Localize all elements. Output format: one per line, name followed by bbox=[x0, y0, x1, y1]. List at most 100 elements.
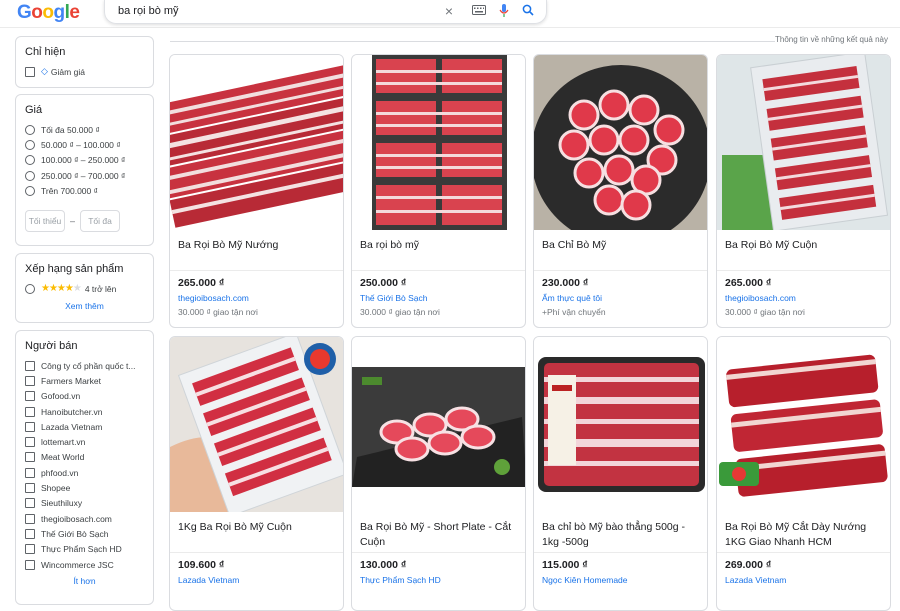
product-seller[interactable]: thegioibosach.com bbox=[170, 289, 343, 303]
checkbox[interactable] bbox=[25, 406, 35, 417]
product-card[interactable]: Ba Rọi Bò Mỹ - Short Plate - Cắt Cuộn 130… bbox=[351, 336, 526, 611]
checkbox[interactable] bbox=[25, 467, 35, 478]
checkbox[interactable] bbox=[25, 360, 35, 371]
product-title[interactable]: Ba Chỉ Bò Mỹ bbox=[534, 230, 707, 270]
seller-option[interactable]: Lazada Vietnam bbox=[16, 419, 153, 434]
product-card[interactable]: Ba rọi bò mỹ 250.000 ₫ Thế Giới Bò Sạch 30.… bbox=[351, 54, 526, 328]
product-shipping: +Phí vận chuyển bbox=[542, 307, 606, 317]
max-price-input[interactable]: Tối đa bbox=[80, 210, 121, 233]
price-option[interactable]: 50.000 ₫ – 100.000 ₫ bbox=[16, 137, 153, 152]
product-image[interactable] bbox=[352, 337, 525, 512]
seller-option[interactable]: lottemart.vn bbox=[16, 434, 153, 449]
product-card[interactable]: 1Kg Ba Rọi Bò Mỹ Cuộn 109.600 ₫ Lazada Vie… bbox=[169, 336, 344, 611]
product-shipping bbox=[170, 585, 343, 589]
checkbox[interactable] bbox=[25, 544, 35, 555]
product-title[interactable]: Ba rọi bò mỹ bbox=[352, 230, 525, 270]
checkbox[interactable] bbox=[25, 421, 35, 432]
checkbox[interactable] bbox=[25, 437, 35, 448]
google-logo[interactable]: Google bbox=[17, 2, 80, 24]
checkbox[interactable] bbox=[25, 559, 35, 570]
option-label: Meat World bbox=[41, 452, 85, 463]
radio[interactable] bbox=[25, 185, 35, 196]
show-less-link[interactable]: Ít hơn bbox=[16, 576, 153, 586]
product-title[interactable]: Ba Rọi Bò Mỹ Cuộn bbox=[717, 230, 890, 270]
option-label: lottemart.vn bbox=[41, 437, 86, 448]
seller-option[interactable]: Wincommerce JSC bbox=[16, 557, 153, 572]
product-image[interactable] bbox=[170, 337, 343, 512]
checkbox[interactable] bbox=[25, 498, 35, 509]
product-price: 250.000 ₫ bbox=[360, 277, 407, 289]
product-title[interactable]: Ba chỉ bò Mỹ bào thẳng 500g - 1kg -500g bbox=[534, 512, 707, 552]
option-label: thegioibosach.com bbox=[41, 513, 112, 524]
product-title[interactable]: Ba Rọi Bò Mỹ - Short Plate - Cắt Cuộn bbox=[352, 512, 525, 552]
product-seller[interactable]: Thế Giới Bò Sạch bbox=[352, 289, 525, 303]
product-title[interactable]: 1Kg Ba Rọi Bò Mỹ Cuộn bbox=[170, 512, 343, 552]
checkbox[interactable] bbox=[25, 513, 35, 524]
product-image[interactable] bbox=[717, 55, 890, 230]
price-range: Tối thiểu – Tối đa bbox=[25, 210, 153, 233]
filter-rating-title: Xếp hạng sản phẩm bbox=[25, 263, 124, 275]
product-title[interactable]: Ba Rọi Bò Mỹ Cắt Dày Nướng 1KG Giao Nhan… bbox=[717, 512, 890, 552]
rating-option[interactable]: ★★★★★ 4 trở lên bbox=[16, 281, 153, 296]
filter-show-panel: Chỉ hiện ◇ Giảm giá bbox=[15, 36, 154, 88]
option-label: Trên 700.000 ₫ bbox=[41, 185, 98, 196]
product-seller[interactable]: Thực Phẩm Sạch HD bbox=[352, 571, 525, 585]
seller-option[interactable]: Gofood.vn bbox=[16, 389, 153, 404]
product-seller[interactable]: Lazada Vietnam bbox=[717, 571, 890, 585]
radio[interactable] bbox=[25, 283, 35, 294]
product-seller[interactable]: Ẩm thực quê tôi bbox=[534, 289, 707, 303]
radio[interactable] bbox=[25, 155, 35, 166]
price-option[interactable]: 100.000 ₫ – 250.000 ₫ bbox=[16, 153, 153, 168]
product-card[interactable]: Ba Rọi Bò Mỹ Nướng 265.000 ₫ thegioibosach… bbox=[169, 54, 344, 328]
product-seller[interactable]: Ngọc Kiên Homemade bbox=[534, 571, 707, 585]
product-image[interactable] bbox=[534, 337, 707, 512]
results-info-link[interactable]: Thông tin về những kết quả này bbox=[775, 35, 888, 44]
radio[interactable] bbox=[25, 139, 35, 150]
filter-discount-option[interactable]: ◇ Giảm giá bbox=[16, 64, 153, 79]
top-bar: Google ba rọi bò mỹ × bbox=[0, 0, 900, 28]
product-card[interactable]: Ba Rọi Bò Mỹ Cuộn 265.000 ₫ thegioibosach.… bbox=[716, 54, 891, 328]
checkbox[interactable] bbox=[25, 452, 35, 463]
checkbox[interactable] bbox=[25, 528, 35, 539]
checkbox[interactable] bbox=[25, 375, 35, 386]
product-image[interactable] bbox=[352, 55, 525, 230]
microphone-icon[interactable] bbox=[497, 4, 511, 18]
product-title[interactable]: Ba Rọi Bò Mỹ Nướng bbox=[170, 230, 343, 270]
seller-option[interactable]: Thực Phẩm Sạch HD bbox=[16, 542, 153, 557]
seller-option[interactable]: Công ty cổ phần quốc t... bbox=[16, 358, 153, 373]
product-seller[interactable]: thegioibosach.com bbox=[717, 289, 890, 303]
checkbox[interactable] bbox=[25, 483, 35, 494]
search-icon[interactable] bbox=[521, 4, 535, 18]
product-card[interactable]: Ba Rọi Bò Mỹ Cắt Dày Nướng 1KG Giao Nhan… bbox=[716, 336, 891, 611]
radio[interactable] bbox=[25, 124, 35, 135]
seller-option[interactable]: phfood.vn bbox=[16, 465, 153, 480]
keyboard-icon[interactable] bbox=[472, 4, 486, 18]
seller-option[interactable]: Sieuthiluxy bbox=[16, 496, 153, 511]
seller-option[interactable]: Farmers Market bbox=[16, 373, 153, 388]
product-seller[interactable]: Lazada Vietnam bbox=[170, 571, 343, 585]
price-option[interactable]: 250.000 ₫ – 700.000 ₫ bbox=[16, 168, 153, 183]
search-box[interactable]: ba rọi bò mỹ × bbox=[104, 0, 547, 24]
see-more-link[interactable]: Xem thêm bbox=[16, 301, 153, 311]
price-option[interactable]: Trên 700.000 ₫ bbox=[16, 183, 153, 198]
product-card[interactable]: Ba chỉ bò Mỹ bào thẳng 500g - 1kg -500g 1… bbox=[533, 336, 708, 611]
product-card[interactable]: Ba Chỉ Bò Mỹ 230.000 ₫ Ẩm thực quê tôi +Phí… bbox=[533, 54, 708, 328]
seller-option[interactable]: Thế Giới Bò Sạch bbox=[16, 526, 153, 541]
price-option[interactable]: Tối đa 50.000 ₫ bbox=[16, 122, 153, 137]
seller-option[interactable]: thegioibosach.com bbox=[16, 511, 153, 526]
checkbox[interactable] bbox=[25, 66, 35, 77]
product-image[interactable] bbox=[170, 55, 343, 230]
product-price: 230.000 ₫ bbox=[542, 277, 589, 289]
product-shipping bbox=[534, 585, 707, 589]
seller-option[interactable]: Meat World bbox=[16, 450, 153, 465]
product-image[interactable] bbox=[534, 55, 707, 230]
checkbox[interactable] bbox=[25, 391, 35, 402]
min-price-input[interactable]: Tối thiểu bbox=[25, 210, 65, 233]
option-label: 250.000 ₫ – 700.000 ₫ bbox=[41, 170, 126, 181]
seller-option[interactable]: Shopee bbox=[16, 480, 153, 495]
radio[interactable] bbox=[25, 170, 35, 181]
seller-option[interactable]: Hanoibutcher.vn bbox=[16, 404, 153, 419]
product-image[interactable] bbox=[717, 337, 890, 512]
search-input[interactable]: ba rọi bò mỹ bbox=[118, 5, 179, 17]
clear-icon[interactable]: × bbox=[442, 4, 456, 18]
